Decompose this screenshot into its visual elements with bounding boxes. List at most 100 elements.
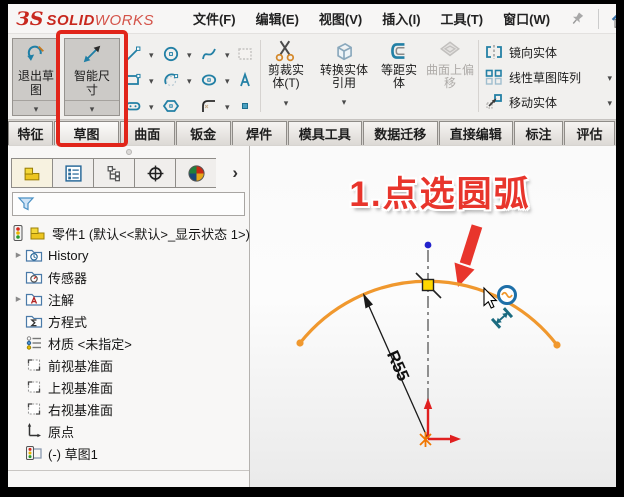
splitter-handle-icon — [126, 149, 132, 155]
tutorial-arrow — [455, 226, 478, 287]
tree-root-row[interactable]: 零件1 (默认<<默认>_显示状态 1>) — [8, 222, 249, 244]
tree-row-history[interactable]: History — [8, 244, 249, 266]
radius-dimension[interactable]: R55 — [363, 293, 428, 439]
convert-entities-label: 转换实体引用 — [318, 64, 370, 90]
tree-filter-input[interactable] — [12, 192, 245, 216]
trim-entities-dropdown[interactable] — [284, 93, 289, 111]
offset-entities-button[interactable]: 等距实体 — [376, 38, 422, 90]
rectangle-dropdown[interactable] — [149, 71, 154, 89]
tree-item-label: 原点 — [48, 422, 74, 441]
tab-property-manager[interactable] — [52, 158, 93, 188]
menu-bar: ЗSSOLIDWORKS 文件(F) 编辑(E) 视图(V) 插入(I) 工具(… — [8, 4, 616, 34]
menu-insert[interactable]: 插入(I) — [373, 5, 429, 32]
tree-row-material[interactable]: 材质 <未指定> — [8, 332, 249, 354]
toolbar-separator — [478, 40, 479, 112]
panel-tabs-more[interactable] — [216, 158, 246, 188]
pin-icon[interactable] — [565, 7, 589, 31]
menu-file[interactable]: 文件(F) — [184, 5, 245, 32]
tree-row-front-plane[interactable]: 前视基准面 — [8, 354, 249, 376]
tab-surfaces[interactable]: 曲面 — [120, 121, 175, 145]
tab-evaluate[interactable]: 评估 — [564, 121, 615, 145]
panel-splitter[interactable] — [8, 146, 249, 158]
tab-feature-tree[interactable] — [11, 158, 52, 188]
tab-data-migration[interactable]: 数据迁移 — [363, 121, 438, 145]
convert-entities-dropdown[interactable] — [342, 92, 347, 110]
tab-direct-editing[interactable]: 直接编辑 — [439, 121, 514, 145]
spline-tool[interactable] — [200, 42, 236, 66]
line-dropdown[interactable] — [149, 45, 154, 63]
arc-endpoint-right[interactable] — [553, 341, 560, 348]
tab-markup[interactable]: 标注 — [514, 121, 563, 145]
smart-dimension-flyout[interactable] — [65, 100, 119, 115]
tree-row-right-plane[interactable]: 右视基准面 — [8, 398, 249, 420]
polygon-tool[interactable] — [162, 94, 198, 118]
fillet-dropdown[interactable] — [225, 97, 230, 115]
feature-manager-panel: 零件1 (默认<<默认>_显示状态 1>) History 传感器 注解 — [8, 146, 250, 487]
selection-hint-icon — [499, 287, 516, 304]
tab-display-manager[interactable] — [175, 158, 216, 188]
linear-sketch-pattern-dropdown[interactable] — [607, 68, 612, 86]
linear-sketch-pattern-button[interactable]: 线性草图阵列 — [484, 65, 612, 89]
expand-arrow-icon[interactable] — [12, 251, 25, 259]
menu-view[interactable]: 视图(V) — [310, 5, 371, 32]
menu-window[interactable]: 窗口(W) — [494, 5, 559, 32]
move-entities-dropdown[interactable] — [607, 93, 612, 111]
slot-tool[interactable] — [124, 94, 160, 118]
panel-tabs — [11, 158, 246, 188]
feature-tree: 零件1 (默认<<默认>_显示状态 1>) History 传感器 注解 — [8, 222, 249, 471]
trim-entities-button[interactable]: 剪裁实体(T) — [264, 38, 308, 111]
sketch-origin[interactable] — [420, 398, 461, 447]
arc-tool[interactable] — [162, 68, 198, 92]
tree-row-equations[interactable]: 方程式 — [8, 310, 249, 332]
arc-dropdown[interactable] — [187, 71, 192, 89]
menu-tools[interactable]: 工具(T) — [432, 5, 493, 32]
ellipse-tool[interactable] — [200, 68, 236, 92]
ellipse-dropdown[interactable] — [225, 71, 230, 89]
spline-dropdown[interactable] — [225, 45, 230, 63]
graphics-area[interactable]: 1.点选圆弧 — [250, 146, 616, 487]
offset-on-surface-label: 曲面上偏移 — [426, 64, 474, 90]
linear-sketch-pattern-label: 线性草图阵列 — [509, 69, 602, 86]
expand-arrow-icon[interactable] — [12, 295, 25, 303]
exit-sketch-flyout[interactable] — [13, 100, 59, 115]
mirror-entities-icon — [484, 43, 504, 61]
tab-features[interactable]: 特征 — [8, 121, 53, 145]
mirror-entities-button[interactable]: 镜向实体 — [484, 40, 557, 64]
sketch-icon — [25, 444, 43, 462]
exit-sketch-button[interactable]: 退出草图 — [12, 38, 60, 116]
tree-row-annotations[interactable]: 注解 — [8, 288, 249, 310]
tab-sketch[interactable]: 草图 — [54, 121, 119, 145]
fillet-tool[interactable] — [200, 94, 236, 118]
circle-dropdown[interactable] — [187, 45, 192, 63]
tree-item-label: 注解 — [48, 290, 74, 309]
rectangle-tool[interactable] — [124, 68, 160, 92]
tab-dimxpert-manager[interactable] — [134, 158, 175, 188]
tree-row-sensors[interactable]: 传感器 — [8, 266, 249, 288]
tree-row-top-plane[interactable]: 上视基准面 — [8, 376, 249, 398]
sketch-viewport: R55 — [250, 146, 616, 487]
tree-row-origin[interactable]: 原点 — [8, 420, 249, 442]
sketch-toolbar: 退出草图 智能尺寸 — [8, 34, 616, 120]
tab-weldments[interactable]: 焊件 — [232, 121, 287, 145]
main-area: 零件1 (默认<<默认>_显示状态 1>) History 传感器 注解 — [8, 146, 616, 487]
move-entities-button[interactable]: 移动实体 — [484, 90, 612, 114]
dimxpert-icon — [146, 164, 165, 183]
solidworks-window: ЗSSOLIDWORKS 文件(F) 编辑(E) 视图(V) 插入(I) 工具(… — [8, 4, 616, 487]
convert-entities-button[interactable]: 转换实体引用 — [318, 38, 370, 110]
tree-item-label: History — [48, 248, 88, 263]
tab-mold-tools[interactable]: 模具工具 — [288, 121, 363, 145]
tree-row-sketch1[interactable]: (-) 草图1 — [8, 442, 249, 464]
menu-edit[interactable]: 编辑(E) — [247, 5, 308, 32]
smart-dimension-button[interactable]: 智能尺寸 — [64, 38, 120, 116]
move-entities-label: 移动实体 — [509, 94, 602, 111]
arc-endpoint-left[interactable] — [296, 339, 303, 346]
plane-icon — [25, 356, 43, 374]
tab-sheet-metal[interactable]: 钣金 — [176, 121, 231, 145]
solidworks-logo: ЗSSOLIDWORKS — [16, 8, 154, 30]
line-tool[interactable] — [124, 42, 160, 66]
home-icon[interactable] — [608, 7, 616, 31]
tab-configuration-manager[interactable] — [93, 158, 134, 188]
circle-tool[interactable] — [162, 42, 198, 66]
slot-dropdown[interactable] — [149, 97, 154, 115]
centerline-endpoint[interactable] — [425, 242, 432, 249]
